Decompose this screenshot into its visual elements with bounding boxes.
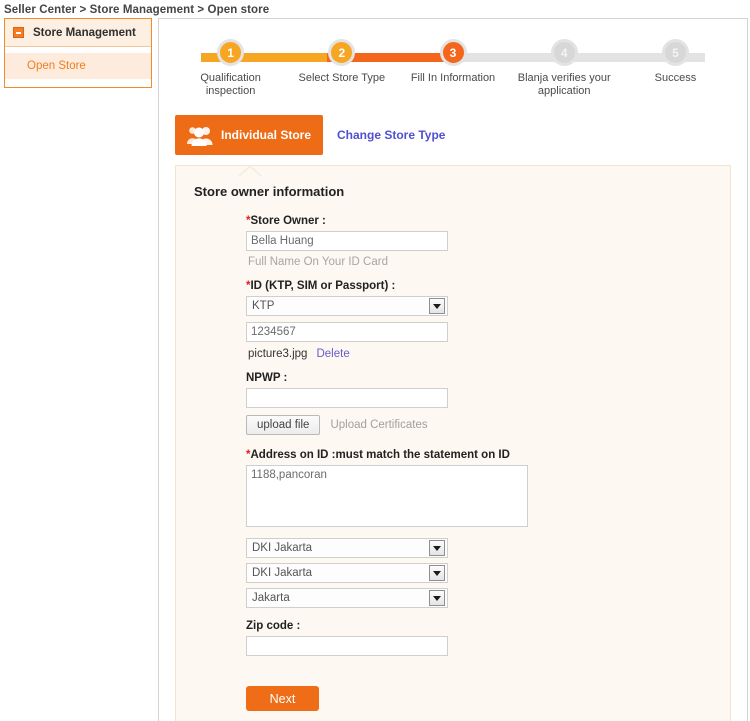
address-textarea[interactable]: 1188,pancoran [246,465,528,527]
people-group-icon [185,124,215,146]
store-owner-input[interactable] [246,231,448,251]
tab-individual-store-label: Individual Store [221,128,312,142]
step-2[interactable]: 2 Select Store Type [286,39,397,98]
store-type-row: Individual Store Change Store Type [175,115,737,155]
npwp-label: NPWP : [246,372,288,384]
panel-caret-inner-icon [239,167,261,177]
sidebar-header-label: Store Management [33,26,136,39]
chevron-down-icon[interactable] [429,565,445,581]
store-owner-label: *Store Owner : [246,215,730,227]
id-number-input[interactable] [246,322,448,342]
page-title: Store owner information [194,184,345,199]
id-doc-label-text: ID (KTP, SIM or Passport) : [250,280,396,292]
sidebar-footer-space [5,79,151,87]
zip-code-label: Zip code : [246,620,301,632]
id-type-select-value: KTP [252,300,275,312]
stepper-steps: 1 Qualification inspection 2 Select Stor… [175,39,731,98]
step-5-circle: 5 [661,39,689,66]
step-2-circle: 2 [328,39,356,66]
upload-file-button[interactable]: upload file [246,415,321,435]
district-select[interactable]: Jakarta [246,588,448,608]
store-owner-hint: Full Name On Your ID Card [248,256,388,268]
id-type-select[interactable]: KTP [246,296,448,316]
step-4[interactable]: 4 Blanja verifies your application [509,39,620,98]
tab-individual-store[interactable]: Individual Store [175,115,323,155]
address-region-selects: DKI Jakarta DKI Jakarta Jakarta [246,538,730,608]
zip-code-input[interactable] [246,636,448,656]
step-3[interactable]: 3 Fill In Information [397,39,508,98]
main-content: 1 Qualification inspection 2 Select Stor… [158,18,748,721]
store-owner-label-text: Store Owner : [250,215,326,227]
step-1-label: Qualification inspection [200,72,261,97]
progress-stepper: 1 Qualification inspection 2 Select Stor… [175,39,731,103]
province-select[interactable]: DKI Jakarta [246,538,448,558]
field-id-document: *ID (KTP, SIM or Passport) : KTP picture… [246,280,730,360]
id-file-row: picture3.jpg Delete [248,348,730,360]
step-1[interactable]: 1 Qualification inspection [175,39,286,98]
sidebar-item-open-store[interactable]: Open Store [5,53,151,79]
field-npwp: NPWP : upload file Upload Certificates [246,372,730,435]
province-select-value: DKI Jakarta [252,542,313,554]
form-fields: *Store Owner : Full Name On Your ID Card… [176,215,730,711]
sidebar-item-label: Open Store [27,60,86,72]
sidebar: Store Management Open Store [4,18,152,88]
breadcrumb: Seller Center > Store Management > Open … [4,4,270,16]
delete-id-file-link[interactable]: Delete [316,348,349,360]
step-5-label: Success [654,72,697,84]
address-label-text: Address on ID :must match the statement … [250,449,510,461]
step-3-circle: 3 [439,39,467,66]
minus-box-icon[interactable] [13,27,24,38]
chevron-down-icon[interactable] [429,298,445,314]
field-store-owner: *Store Owner : Full Name On Your ID Card [246,215,730,268]
district-select-value: Jakarta [252,592,290,604]
city-select[interactable]: DKI Jakarta [246,563,448,583]
store-owner-form: Store owner information *Store Owner : F… [175,165,731,721]
step-3-label: Fill In Information [410,72,496,84]
id-file-name: picture3.jpg [248,348,308,360]
upload-certificates-note: Upload Certificates [330,419,428,431]
step-5[interactable]: 5 Success [620,39,731,98]
npwp-upload-row: upload file Upload Certificates [246,415,730,435]
next-button[interactable]: Next [246,686,319,711]
field-address: *Address on ID :must match the statement… [246,449,730,608]
step-4-label: Blanja verifies your application [517,72,611,97]
id-doc-label: *ID (KTP, SIM or Passport) : [246,280,730,292]
change-store-type-link[interactable]: Change Store Type [337,128,445,142]
sidebar-header[interactable]: Store Management [5,19,151,47]
step-2-label: Select Store Type [298,72,386,84]
form-panel-wrapper: Store owner information *Store Owner : F… [175,165,731,721]
step-1-circle: 1 [217,39,245,66]
npwp-input[interactable] [246,388,448,408]
address-label: *Address on ID :must match the statement… [246,449,730,461]
field-zip-code: Zip code : [246,620,730,656]
city-select-value: DKI Jakarta [252,567,313,579]
chevron-down-icon[interactable] [429,590,445,606]
chevron-down-icon[interactable] [429,540,445,556]
step-4-circle: 4 [550,39,578,66]
page-body: Store Management Open Store 1 Qualificat… [0,18,750,721]
